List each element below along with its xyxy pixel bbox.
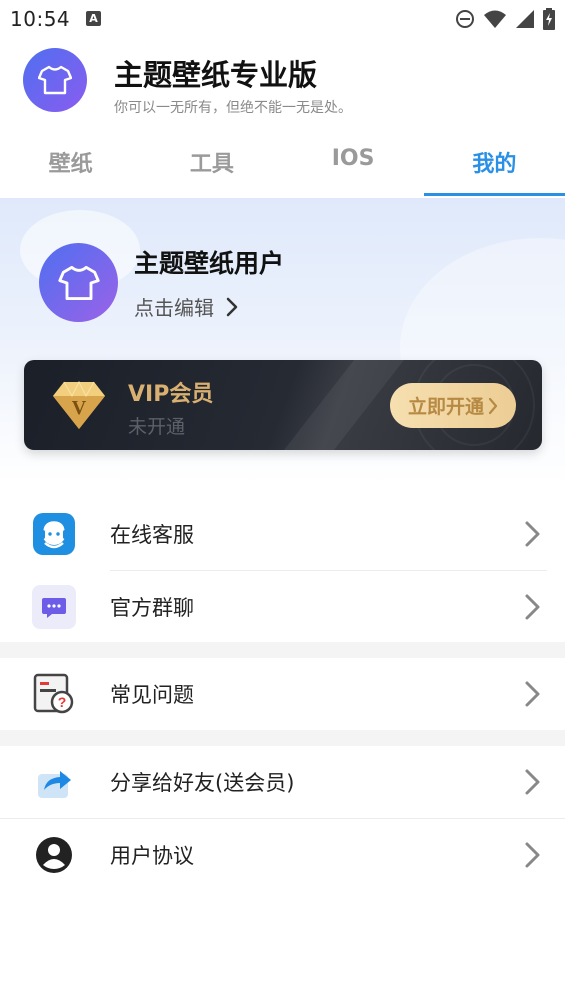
- chevron-right-icon: [525, 594, 540, 620]
- avatar[interactable]: [39, 243, 118, 322]
- svg-text:V: V: [72, 397, 87, 419]
- chevron-right-icon: [488, 397, 498, 414]
- tshirt-icon: [57, 265, 100, 300]
- faq-icon: ?: [32, 672, 76, 716]
- tab-mine[interactable]: 我的: [423, 124, 565, 196]
- menu-label: 用户协议: [110, 844, 194, 868]
- tab-bar: 壁纸 工具 IOS 我的: [0, 124, 565, 196]
- menu-item-customer-service[interactable]: 在线客服: [0, 498, 565, 570]
- wifi-icon: [484, 10, 506, 28]
- menu-label: 在线客服: [110, 523, 194, 547]
- tab-tools[interactable]: 工具: [141, 124, 282, 196]
- tab-ios[interactable]: IOS: [283, 124, 424, 196]
- app-title: 主题壁纸专业版: [114, 58, 318, 92]
- app-header: 主题壁纸专业版 你可以一无所有，但绝不能一无是处。: [0, 38, 565, 124]
- vip-status: 未开通: [128, 416, 186, 438]
- vip-diamond-icon: V: [53, 380, 105, 429]
- chevron-right-icon: [525, 681, 540, 707]
- status-time: 10:54: [10, 7, 71, 31]
- signal-icon: [516, 10, 534, 28]
- activate-vip-label: 立即开通: [407, 396, 484, 418]
- section-gap: [0, 730, 565, 746]
- section-gap: [0, 642, 565, 658]
- vip-title: VIP会员: [128, 382, 214, 407]
- username: 主题壁纸用户: [134, 249, 285, 278]
- customer-service-icon: [32, 512, 76, 556]
- activate-vip-button[interactable]: 立即开通: [390, 383, 516, 428]
- dnd-icon: [456, 10, 474, 28]
- chevron-right-icon: [525, 842, 540, 868]
- app-slogan: 你可以一无所有，但绝不能一无是处。: [114, 100, 352, 116]
- menu-item-user-agreement[interactable]: 用户协议: [0, 819, 565, 891]
- edit-profile-label: 点击编辑: [134, 296, 214, 320]
- share-icon: [32, 760, 76, 804]
- chevron-right-icon: [525, 769, 540, 795]
- menu-item-share[interactable]: 分享给好友(送会员): [0, 746, 565, 818]
- tshirt-icon: [38, 65, 72, 95]
- status-bar: 10:54 A: [0, 0, 565, 38]
- battery-icon: [543, 8, 555, 30]
- profile-section: 主题壁纸用户 点击编辑 V VIP会员 未开通 立即开通: [0, 198, 565, 483]
- chevron-right-icon: [226, 297, 238, 316]
- chevron-right-icon: [525, 521, 540, 547]
- user-agreement-icon: [32, 833, 76, 877]
- vip-card[interactable]: V VIP会员 未开通 立即开通: [24, 360, 542, 450]
- group-chat-icon: [32, 585, 76, 629]
- app-logo: [23, 48, 87, 112]
- menu-label: 分享给好友(送会员): [110, 771, 295, 795]
- edit-profile-link[interactable]: 点击编辑: [134, 292, 238, 321]
- menu-item-group-chat[interactable]: 官方群聊: [0, 571, 565, 643]
- menu-label: 常见问题: [110, 683, 194, 707]
- svg-text:?: ?: [58, 694, 67, 710]
- tab-wallpaper[interactable]: 壁纸: [0, 124, 141, 196]
- menu-label: 官方群聊: [110, 596, 194, 620]
- status-icons: [455, 8, 555, 30]
- menu-item-faq[interactable]: ? 常见问题: [0, 658, 565, 730]
- notification-a-icon: A: [86, 11, 101, 26]
